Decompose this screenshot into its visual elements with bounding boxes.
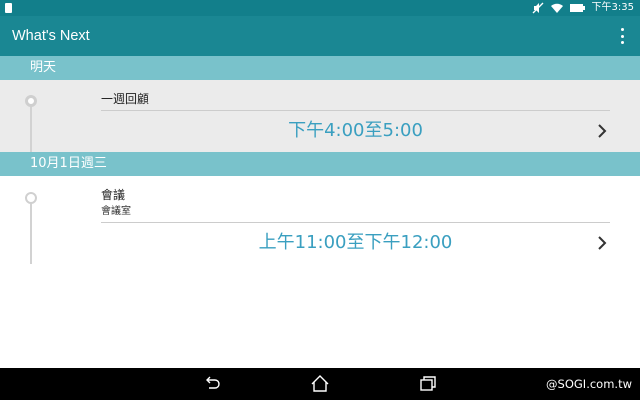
- status-bar: 下午3:35: [0, 0, 640, 16]
- section-header-date: 10月1日週三: [0, 152, 640, 176]
- battery-icon: [569, 4, 585, 12]
- mute-icon: [532, 2, 543, 14]
- timeline-dot: [25, 192, 37, 204]
- event-divider: [101, 222, 610, 223]
- event-time: 下午4:00至5:00: [288, 120, 423, 141]
- status-time: 下午3:35: [591, 2, 634, 13]
- watermark: @SOGI.com.tw: [546, 377, 632, 391]
- timeline-dot: [25, 95, 37, 107]
- event-time: 上午11:00至下午12:00: [258, 232, 453, 253]
- timeline-line: [30, 202, 32, 264]
- chevron-right-icon[interactable]: [597, 236, 607, 250]
- app-title: What's Next: [12, 28, 90, 44]
- recent-apps-icon[interactable]: [418, 374, 438, 394]
- app-bar: What's Next: [0, 16, 640, 56]
- event-divider: [101, 110, 610, 111]
- event-row[interactable]: 會議 會議室 上午11:00至下午12:00: [0, 176, 640, 264]
- event-title: 會議: [101, 188, 126, 202]
- more-vert-icon[interactable]: [620, 28, 624, 44]
- back-icon[interactable]: [202, 374, 222, 394]
- chevron-right-icon[interactable]: [597, 124, 607, 138]
- notification-icon: [5, 3, 12, 13]
- event-location: 會議室: [101, 206, 131, 217]
- event-row[interactable]: 一週回顧 下午4:00至5:00: [0, 80, 640, 152]
- home-icon[interactable]: [310, 374, 330, 394]
- section-header-tomorrow: 明天: [0, 56, 640, 80]
- event-title: 一週回顧: [101, 92, 150, 106]
- status-icons: 下午3:35: [532, 0, 634, 16]
- nav-bar: @SOGI.com.tw: [0, 368, 640, 400]
- timeline-line: [30, 106, 32, 152]
- wifi-icon: [550, 3, 563, 13]
